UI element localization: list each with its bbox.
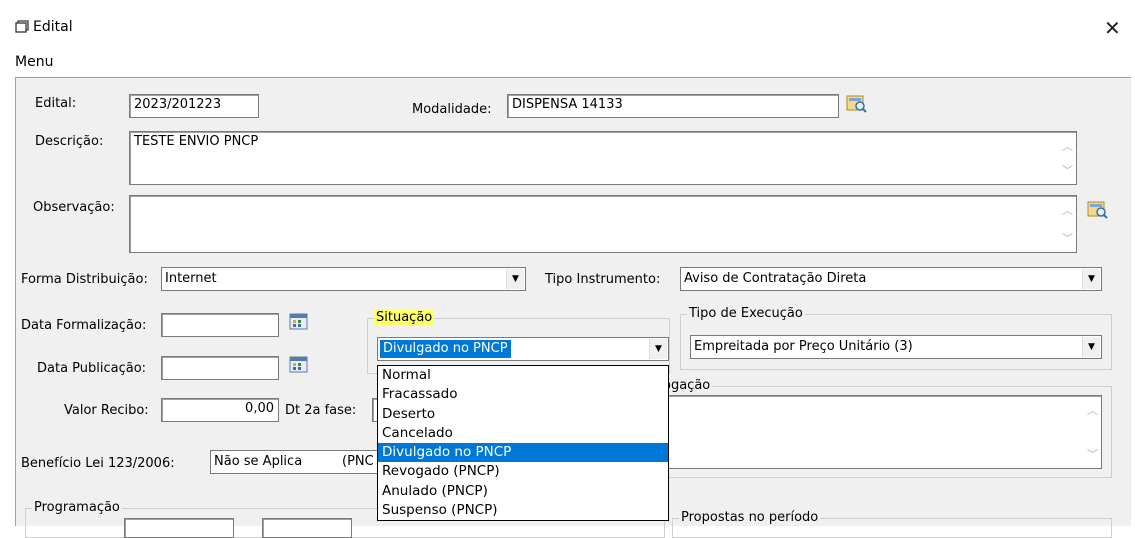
programacao-title: Programação [32,500,122,515]
tipo-execucao-value: Empreitada por Preço Unitário (3) [694,339,913,354]
calendar-icon[interactable] [289,313,311,333]
programacao-input-1[interactable] [124,518,234,538]
descricao-textarea[interactable]: TESTE ENVIO PNCP ︿ ﹀ [129,131,1077,185]
menu-item-menu[interactable]: Menu [15,54,53,70]
scroll-down-icon[interactable]: ﹀ [1062,230,1073,246]
tipo-instrumento-label: Tipo Instrumento: [545,272,661,287]
data-publicacao-label: Data Publicação: [37,361,147,376]
scroll-up-icon[interactable]: ︿ [1062,202,1073,218]
beneficio-label: Benefício Lei 123/2006: [21,456,175,471]
scroll-up-icon[interactable]: ︿ [1087,402,1098,418]
situacao-option[interactable]: Normal [378,366,668,385]
beneficio-value: Não se Aplica [214,454,303,469]
data-publicacao-input[interactable] [161,356,279,380]
tipo-instrumento-select[interactable]: Aviso de Contratação Direta ▼ [680,267,1102,291]
observacao-textarea[interactable]: ︿ ﹀ [129,195,1077,253]
situacao-value: Divulgado no PNCP [380,340,511,358]
tipo-execucao-select[interactable]: Empreitada por Preço Unitário (3) ▼ [690,335,1102,359]
descricao-label: Descrição: [35,134,104,149]
revogacao-scrollbar[interactable]: ︿ ﹀ [1083,396,1101,468]
programacao-input-2[interactable] [262,518,352,538]
data-formalizacao-input[interactable] [161,313,279,337]
calendar-icon[interactable] [289,356,311,376]
situacao-option[interactable]: Deserto [378,405,668,424]
valor-recibo-label: Valor Recibo: [64,403,149,418]
valor-recibo-input[interactable]: 0,00 [161,398,279,422]
tipo-instrumento-value: Aviso de Contratação Direta [684,271,867,286]
beneficio-select[interactable]: Não se Aplica (PNC [210,450,380,474]
dropdown-arrow-icon[interactable]: ▼ [1082,337,1100,357]
situacao-option[interactable]: Fracassado [378,385,668,404]
scroll-up-icon[interactable]: ︿ [1062,138,1073,154]
dropdown-arrow-icon[interactable]: ▼ [506,269,524,289]
situacao-title: Situação [374,310,435,325]
modalidade-search-icon[interactable] [846,94,868,114]
forma-distribuicao-label: Forma Distribuição: [21,272,148,287]
situacao-option[interactable]: Suspenso (PNCP) [378,501,668,520]
situacao-option[interactable]: Revogado (PNCP) [378,462,668,481]
edital-input[interactable]: 2023/201223 [129,94,259,118]
beneficio-suffix: (PNC [342,454,374,469]
title-bar: Edital ✕ [0,0,1135,50]
descricao-text: TESTE ENVIO PNCP [134,134,259,149]
observacao-search-icon[interactable] [1087,200,1109,220]
revogacao-textarea[interactable]: ︿ ﹀ [650,395,1102,469]
close-icon[interactable]: ✕ [1104,16,1121,40]
forma-distribuicao-value: Internet [165,271,217,286]
window-title: Edital [33,19,73,35]
observacao-scrollbar[interactable]: ︿ ﹀ [1058,196,1076,252]
window-icon [15,20,29,38]
situacao-select[interactable]: Divulgado no PNCP ▼ [377,337,669,361]
modalidade-input[interactable]: DISPENSA 14133 [507,94,839,118]
situacao-option[interactable]: Anulado (PNCP) [378,482,668,501]
situacao-option[interactable]: Cancelado [378,424,668,443]
forma-distribuicao-select[interactable]: Internet ▼ [161,267,526,291]
observacao-label: Observação: [33,200,115,215]
propostas-group: Propostas no período [672,510,1112,538]
dropdown-arrow-icon[interactable]: ▼ [1082,269,1100,289]
descricao-scrollbar[interactable]: ︿ ﹀ [1058,132,1076,184]
dropdown-arrow-icon[interactable]: ▼ [649,339,667,359]
modalidade-label: Modalidade: [412,102,492,117]
situacao-option[interactable]: Divulgado no PNCP [378,443,668,463]
dt2a-fase-label: Dt 2a fase: [285,403,357,418]
propostas-title: Propostas no período [679,510,821,525]
data-formalizacao-label: Data Formalização: [21,318,147,333]
scroll-down-icon[interactable]: ﹀ [1062,162,1073,178]
edital-label: Edital: [35,96,77,111]
situacao-dropdown-list[interactable]: Normal Fracassado Deserto Cancelado Divulgad… [377,365,669,521]
tipo-execucao-title: Tipo de Execução [687,306,805,321]
scroll-down-icon[interactable]: ﹀ [1087,446,1098,462]
